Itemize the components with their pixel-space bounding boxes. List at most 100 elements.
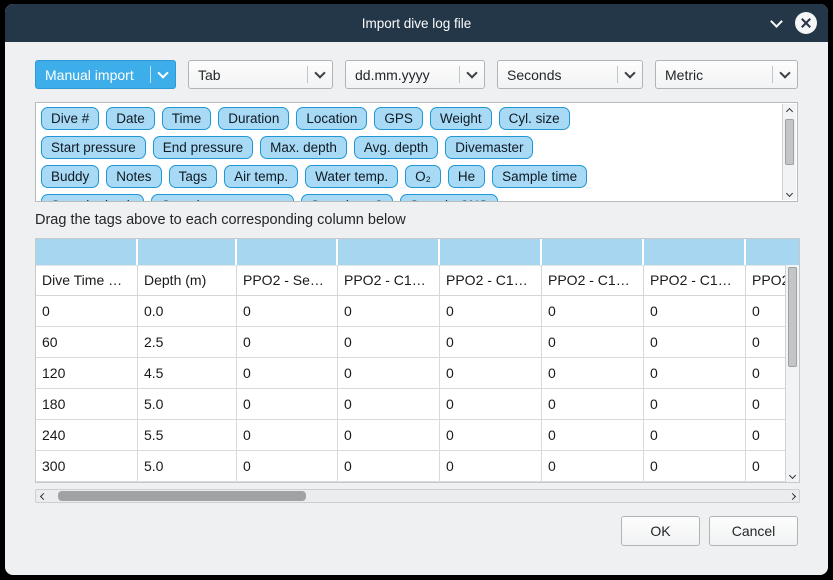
table-cell: 0 — [440, 296, 542, 327]
tag-sample-time[interactable]: Sample time — [492, 165, 587, 188]
combo-metric[interactable]: Metric — [655, 60, 798, 89]
preview-table: Dive Time …Depth (m)PPO2 - Se… PPO2 - C1…… — [35, 238, 800, 483]
tag-cyl-size[interactable]: Cyl. size — [499, 107, 570, 130]
tag-notes[interactable]: Notes — [106, 165, 161, 188]
tag-air-temp[interactable]: Air temp. — [224, 165, 298, 188]
drop-cell[interactable] — [440, 239, 542, 265]
table-horizontal-scrollbar[interactable] — [35, 489, 800, 503]
table-cell: 0 — [338, 420, 440, 451]
table-row: 602.5000000 — [36, 327, 785, 358]
table-cell: 240 — [36, 420, 138, 451]
drop-cell[interactable] — [36, 239, 138, 265]
table-cell: 0 — [746, 389, 785, 420]
combo-value: Manual import — [36, 67, 150, 83]
table-cell: 5.0 — [138, 451, 237, 482]
table-cell: 5.5 — [138, 420, 237, 451]
combo-value: Metric — [656, 67, 772, 83]
tag-location[interactable]: Location — [296, 107, 367, 130]
tag-row: Buddy Notes Tags Air temp. Water temp. O₂ He Sa… — [41, 165, 777, 188]
table-cell: 0 — [644, 327, 746, 358]
combo-manual-import[interactable]: Manual import — [35, 60, 176, 89]
table-row: 00.0000000 — [36, 296, 785, 327]
tag-start-pressure[interactable]: Start pressure — [41, 136, 146, 159]
tag-end-pressure[interactable]: End pressure — [153, 136, 253, 159]
tag-water-temp[interactable]: Water temp. — [305, 165, 398, 188]
titlebar-chevron-down-icon[interactable] — [772, 21, 781, 26]
table-vertical-scrollbar[interactable] — [785, 265, 799, 482]
tag-avg-depth[interactable]: Avg. depth — [354, 136, 438, 159]
tag-list: Dive # Date Time Duration Location GPS Weight C… — [41, 107, 777, 201]
table-cell: 180 — [36, 389, 138, 420]
tag-duration[interactable]: Duration — [218, 107, 289, 130]
scroll-up-button[interactable] — [783, 104, 796, 118]
table-cell: 0 — [542, 389, 644, 420]
drop-cell[interactable] — [237, 239, 338, 265]
table-scrollport: Dive Time …Depth (m)PPO2 - Se… PPO2 - C1…… — [36, 265, 785, 482]
table-cell: 5.0 — [138, 389, 237, 420]
scroll-down-button[interactable] — [786, 468, 799, 482]
tag-divemaster[interactable]: Divemaster — [445, 136, 533, 159]
tag-sample-temperature[interactable]: Sample temperature — [151, 194, 293, 201]
drop-cell[interactable] — [138, 239, 237, 265]
table-cell: 0 — [644, 389, 746, 420]
tag-sample-depth[interactable]: Sample depth — [41, 194, 144, 201]
scroll-left-button[interactable] — [36, 490, 50, 502]
combo-separator — [307, 66, 308, 83]
table-cell: 0 — [746, 420, 785, 451]
table-cell: 0 — [440, 389, 542, 420]
drop-cell[interactable] — [644, 239, 746, 265]
tag-max-depth[interactable]: Max. depth — [260, 136, 347, 159]
tag-date[interactable]: Date — [106, 107, 155, 130]
tag-gps[interactable]: GPS — [374, 107, 423, 130]
tag-tags[interactable]: Tags — [169, 165, 218, 188]
combo-seconds[interactable]: Seconds — [497, 60, 643, 89]
chevron-down-icon — [314, 67, 325, 78]
table-cell: 0 — [338, 451, 440, 482]
tag-weight[interactable]: Weight — [430, 107, 492, 130]
tag-area-scrollbar[interactable] — [782, 104, 796, 200]
cancel-button[interactable]: Cancel — [709, 516, 798, 546]
column-header: PPO2 - C1… — [440, 265, 542, 296]
table-cell: 120 — [36, 358, 138, 389]
scroll-right-button[interactable] — [785, 490, 799, 502]
table-row: 1805.0000000 — [36, 389, 785, 420]
tag-dive[interactable]: Dive # — [41, 107, 99, 130]
scrollbar-handle[interactable] — [58, 491, 306, 501]
close-button[interactable] — [795, 12, 817, 34]
import-dialog-window: Import dive log file Manual import Tab dd.… — [4, 3, 829, 576]
tag-he[interactable]: He — [448, 165, 485, 188]
footer: OK Cancel — [35, 516, 798, 546]
table-cell: 0 — [440, 420, 542, 451]
drop-cell[interactable] — [542, 239, 644, 265]
tag-sample-cns[interactable]: Sample CNS — [400, 194, 498, 201]
tag-buddy[interactable]: Buddy — [41, 165, 99, 188]
table-cell: 0 — [542, 420, 644, 451]
scrollbar-handle[interactable] — [788, 267, 797, 367]
table-cell: 0 — [644, 358, 746, 389]
tag-sample-po2[interactable]: Sample po2 — [301, 194, 393, 201]
combo-dd-mm-yyyy[interactable]: dd.mm.yyyy — [345, 60, 485, 89]
table-cell: 0 — [440, 327, 542, 358]
table-cell: 0 — [36, 296, 138, 327]
ok-button[interactable]: OK — [621, 516, 700, 546]
combo-value: dd.mm.yyyy — [346, 67, 459, 83]
table-cell: 0 — [237, 327, 338, 358]
column-header: PPO2 - Se… — [237, 265, 338, 296]
instruction-label: Drag the tags above to each correspondin… — [35, 211, 798, 229]
column-header: PPO2 - C1… — [644, 265, 746, 296]
column-header: Dive Time … — [36, 265, 138, 296]
tag-area: Dive # Date Time Duration Location GPS Weight C… — [35, 102, 798, 202]
drop-cell[interactable] — [746, 239, 799, 265]
tag-o[interactable]: O₂ — [405, 165, 441, 188]
column-header: Depth (m) — [138, 265, 237, 296]
titlebar[interactable]: Import dive log file — [5, 4, 828, 42]
table-cell: 300 — [36, 451, 138, 482]
table-cell: 0 — [338, 327, 440, 358]
table-cell: 0 — [237, 389, 338, 420]
scrollbar-handle[interactable] — [785, 119, 794, 165]
combo-tab[interactable]: Tab — [188, 60, 333, 89]
drop-cell[interactable] — [338, 239, 440, 265]
table-cell: 0 — [542, 451, 644, 482]
scroll-down-button[interactable] — [783, 186, 796, 200]
tag-time[interactable]: Time — [162, 107, 212, 130]
